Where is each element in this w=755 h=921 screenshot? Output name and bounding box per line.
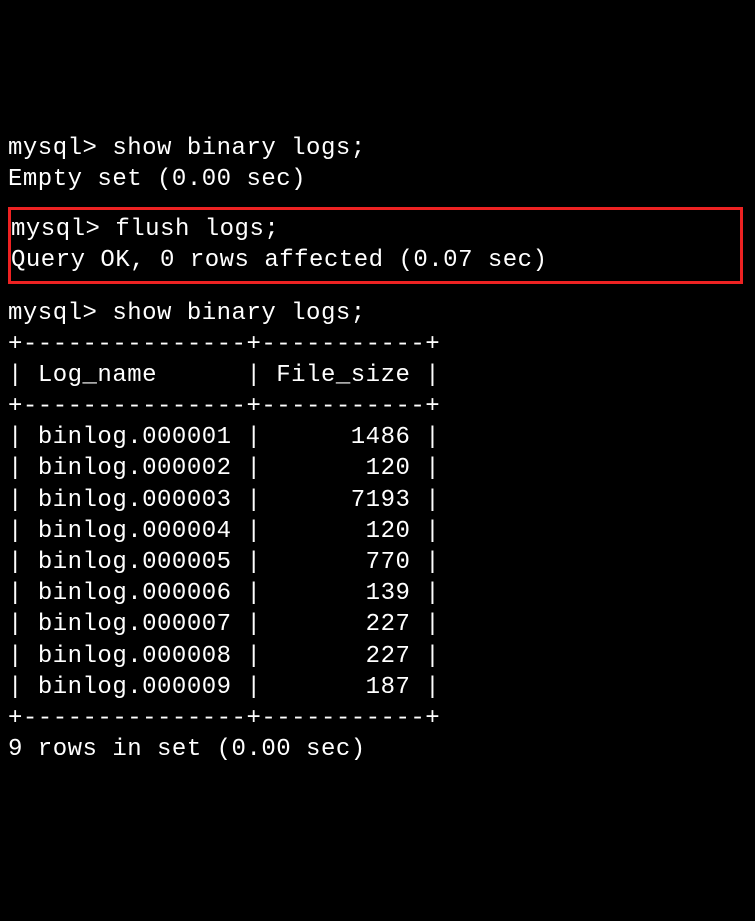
mysql-prompt: mysql> <box>8 135 97 162</box>
result-text: Query OK, 0 rows affected (0.07 sec) <box>11 247 547 274</box>
mysql-prompt: mysql> <box>11 216 100 243</box>
table-row: | binlog.000008 | 227 | <box>8 643 440 670</box>
table-row: | binlog.000001 | 1486 | <box>8 424 440 451</box>
terminal-output: mysql> show binary logs; Empty set (0.00… <box>8 133 747 766</box>
command-text: show binary logs; <box>112 300 365 327</box>
table-border: +---------------+-----------+ <box>8 393 440 420</box>
command-text: show binary logs; <box>112 135 365 162</box>
highlighted-command-block: mysql> flush logs; Query OK, 0 rows affe… <box>8 207 743 283</box>
table-border: +---------------+-----------+ <box>8 331 440 358</box>
result-footer: 9 rows in set (0.00 sec) <box>8 736 366 763</box>
table-row: | binlog.000009 | 187 | <box>8 674 440 701</box>
table-row: | binlog.000002 | 120 | <box>8 455 440 482</box>
table-row: | binlog.000007 | 227 | <box>8 611 440 638</box>
command-text: flush logs; <box>115 216 279 243</box>
table-border: +---------------+-----------+ <box>8 705 440 732</box>
table-row: | binlog.000005 | 770 | <box>8 549 440 576</box>
table-row: | binlog.000006 | 139 | <box>8 580 440 607</box>
table-row: | binlog.000004 | 120 | <box>8 518 440 545</box>
table-row: | binlog.000003 | 7193 | <box>8 487 440 514</box>
table-header-row: | Log_name | File_size | <box>8 362 440 389</box>
mysql-prompt: mysql> <box>8 300 97 327</box>
result-text: Empty set (0.00 sec) <box>8 166 306 193</box>
